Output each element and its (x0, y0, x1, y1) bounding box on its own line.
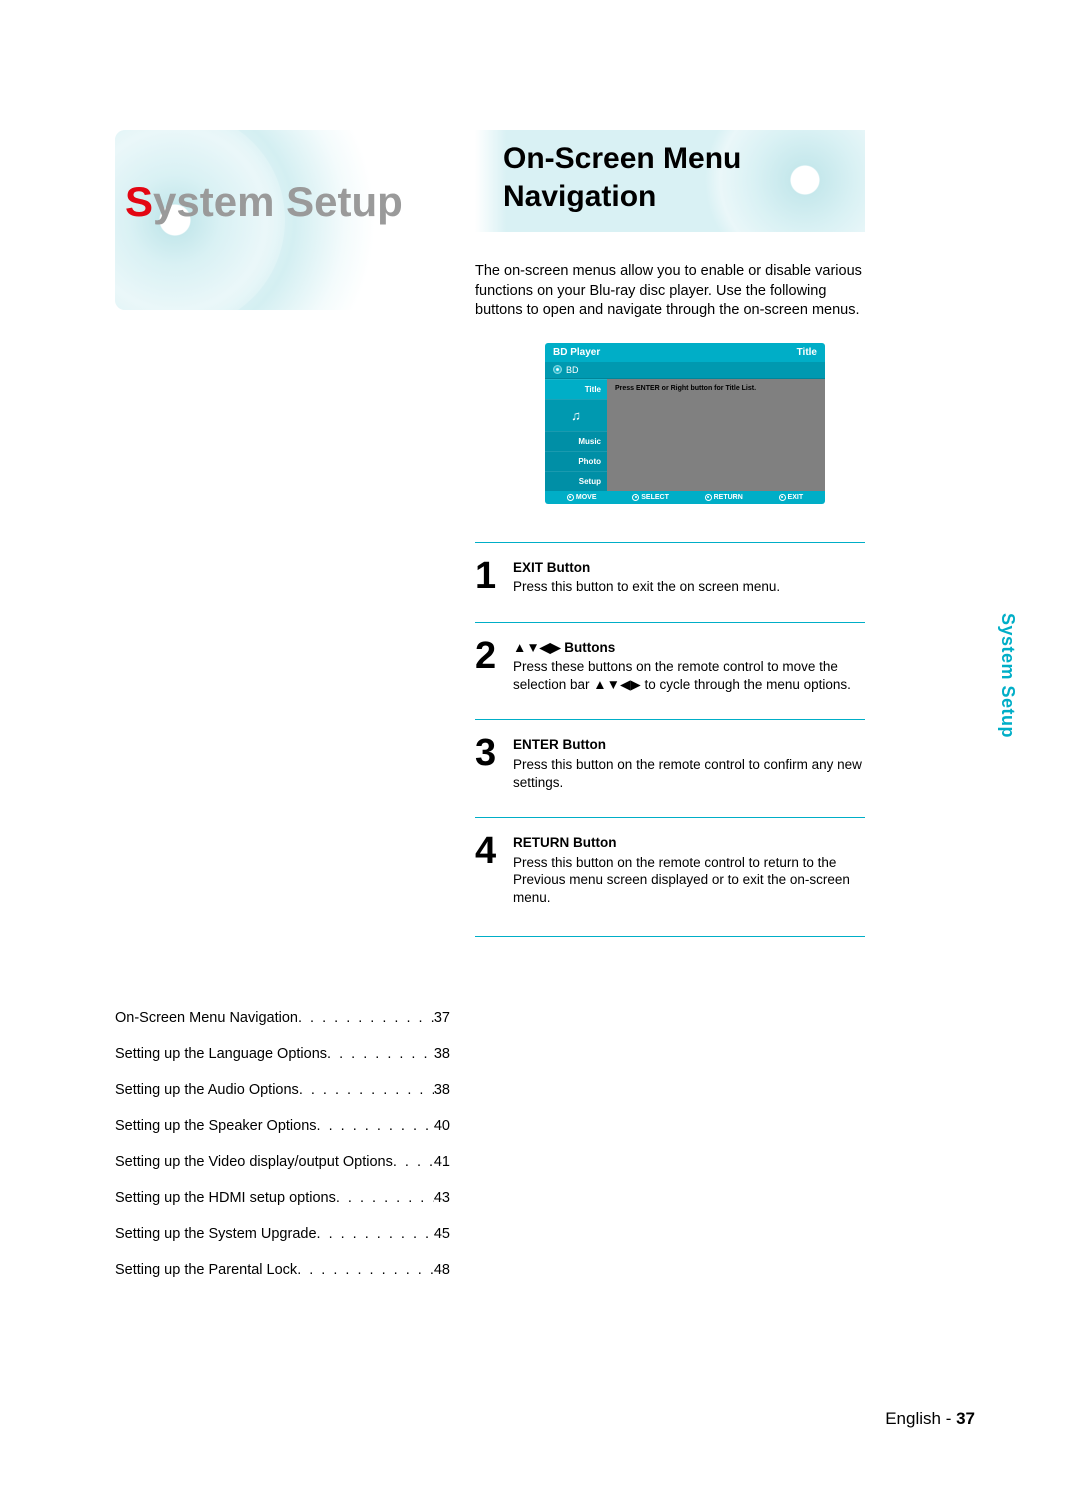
toc-dots (327, 1046, 434, 1062)
step-number: 3 (475, 736, 503, 791)
toc-page: 38 (434, 1082, 450, 1098)
screenshot-sub-label: BD (566, 365, 579, 375)
toc-dots (298, 1010, 434, 1026)
toc-dots (336, 1190, 434, 1206)
footer-language: English (885, 1409, 941, 1428)
toc-page: 40 (434, 1118, 450, 1134)
table-of-contents: On-Screen Menu Navigation 37 Setting up t… (115, 1010, 450, 1298)
sidebar-item-music: Music (545, 431, 607, 451)
disc-graphic-left: System Setup (115, 130, 450, 310)
step-number: 1 (475, 559, 503, 596)
page-footer: English - 37 (885, 1409, 975, 1429)
step-title: RETURN Button (513, 834, 865, 852)
menu-screenshot: BD Player Title BD Title ♫ Music Photo S… (545, 343, 825, 504)
sidebar-item-photo: Photo (545, 451, 607, 471)
left-column: System Setup On-Screen Menu Navigation37… (115, 130, 450, 937)
step-desc: Press this button to exit the on screen … (513, 578, 865, 596)
toc-row: Setting up the Video display/output Opti… (115, 1154, 450, 1170)
toc-dots (299, 1082, 434, 1098)
toc-row: Setting up the Language Options 38 (115, 1046, 450, 1062)
nav-title-line1: On-Screen Menu (503, 140, 741, 178)
toc-dots (297, 1262, 434, 1278)
toc-page: 37 (434, 1010, 450, 1026)
screenshot-content: Press ENTER or Right button for Title Li… (607, 379, 825, 491)
step-desc: Press this button on the remote control … (513, 756, 865, 791)
toc-label: Setting up the Parental Lock (115, 1262, 297, 1278)
toc-page: 38 (434, 1046, 450, 1062)
step-title: ENTER Button (513, 736, 865, 754)
side-tab-label: System Setup (997, 613, 1018, 738)
footer-exit: EXIT (779, 494, 804, 501)
toc-dots (317, 1226, 434, 1242)
step-1: 1 EXIT Button Press this button to exit … (475, 542, 865, 622)
footer-return: RETURN (705, 494, 743, 501)
step-body: ▲▼◀▶ Buttons Press these buttons on the … (513, 639, 865, 694)
step-2: 2 ▲▼◀▶ Buttons Press these buttons on th… (475, 622, 865, 720)
exit-icon (779, 494, 786, 501)
step-number: 4 (475, 834, 503, 906)
toc-label: Setting up the System Upgrade (115, 1226, 317, 1242)
toc-page: 45 (434, 1226, 450, 1242)
screenshot-titlebar: BD Player Title (545, 343, 825, 362)
footer-sep: - (941, 1409, 956, 1428)
toc-dots (317, 1118, 434, 1134)
title-rest: ystem Setup (153, 178, 403, 225)
footer-move: MOVE (567, 494, 597, 501)
step-4: 4 RETURN Button Press this button on the… (475, 817, 865, 937)
navigation-title: On-Screen Menu Navigation (503, 140, 741, 215)
sidebar-item-title: Title (545, 379, 607, 399)
toc-label: Setting up the HDMI setup options (115, 1190, 336, 1206)
toc-label: Setting up the Language Options (115, 1046, 327, 1062)
toc-row: Setting up the Parental Lock 48 (115, 1262, 450, 1278)
music-note-icon: ♫ (571, 408, 581, 423)
screenshot-body: Title ♫ Music Photo Setup Press ENTER or… (545, 379, 825, 491)
return-icon (705, 494, 712, 501)
move-icon (567, 494, 574, 501)
step-body: RETURN Button Press this button on the r… (513, 834, 865, 906)
step-title: ▲▼◀▶ Buttons (513, 639, 865, 657)
sidebar-item-setup: Setup (545, 471, 607, 491)
disc-icon (553, 365, 562, 374)
screenshot-subbar: BD (545, 362, 825, 379)
step-body: ENTER Button Press this button on the re… (513, 736, 865, 791)
toc-page: 41 (434, 1154, 450, 1170)
screenshot-title-left: BD Player (553, 347, 600, 358)
arrow-icons-inline: ▲▼◀▶ (593, 677, 641, 692)
step-desc: Press this button on the remote control … (513, 854, 865, 907)
step-number: 2 (475, 639, 503, 694)
step-title-text: Buttons (561, 640, 616, 655)
step-3: 3 ENTER Button Press this button on the … (475, 719, 865, 817)
toc-label: Setting up the Speaker Options (115, 1118, 317, 1134)
toc-row: On-Screen Menu Navigation 37 (115, 1010, 450, 1026)
toc-label: Setting up the Video display/output Opti… (115, 1154, 393, 1170)
system-setup-title: System Setup (125, 178, 403, 226)
toc-label: Setting up the Audio Options (115, 1082, 299, 1098)
toc-row: Setting up the HDMI setup options 43 (115, 1190, 450, 1206)
intro-paragraph: The on-screen menus allow you to enable … (475, 262, 865, 321)
step-desc: Press these buttons on the remote contro… (513, 658, 865, 693)
toc-row: Setting up the System Upgrade 45 (115, 1226, 450, 1242)
select-icon (632, 494, 639, 501)
toc-row: Setting up the Speaker Options 40 (115, 1118, 450, 1134)
toc-row: Setting up the Audio Options 38 (115, 1082, 450, 1098)
screenshot-title-right: Title (797, 347, 817, 358)
right-column: On-Screen Menu Navigation The on-screen … (475, 130, 865, 937)
step-body: EXIT Button Press this button to exit th… (513, 559, 865, 596)
right-header-graphic: On-Screen Menu Navigation (475, 130, 865, 232)
arrow-icons: ▲▼◀▶ (513, 640, 561, 655)
steps-list: 1 EXIT Button Press this button to exit … (475, 542, 865, 938)
toc-page: 43 (434, 1190, 450, 1206)
sidebar-music-icon-cell: ♫ (545, 399, 607, 431)
title-initial: S (125, 178, 153, 225)
toc-label: On-Screen Menu Navigation (115, 1010, 298, 1026)
screenshot-sidebar: Title ♫ Music Photo Setup (545, 379, 607, 491)
footer-page-number: 37 (956, 1409, 975, 1428)
page: System Setup On-Screen Menu Navigation37… (0, 0, 1080, 997)
toc-dots (393, 1154, 434, 1170)
nav-title-line2: Navigation (503, 178, 741, 216)
screenshot-footer: MOVE SELECT RETURN EXIT (545, 491, 825, 504)
step-title: EXIT Button (513, 559, 865, 577)
toc-page: 48 (434, 1262, 450, 1278)
footer-select: SELECT (632, 494, 669, 501)
